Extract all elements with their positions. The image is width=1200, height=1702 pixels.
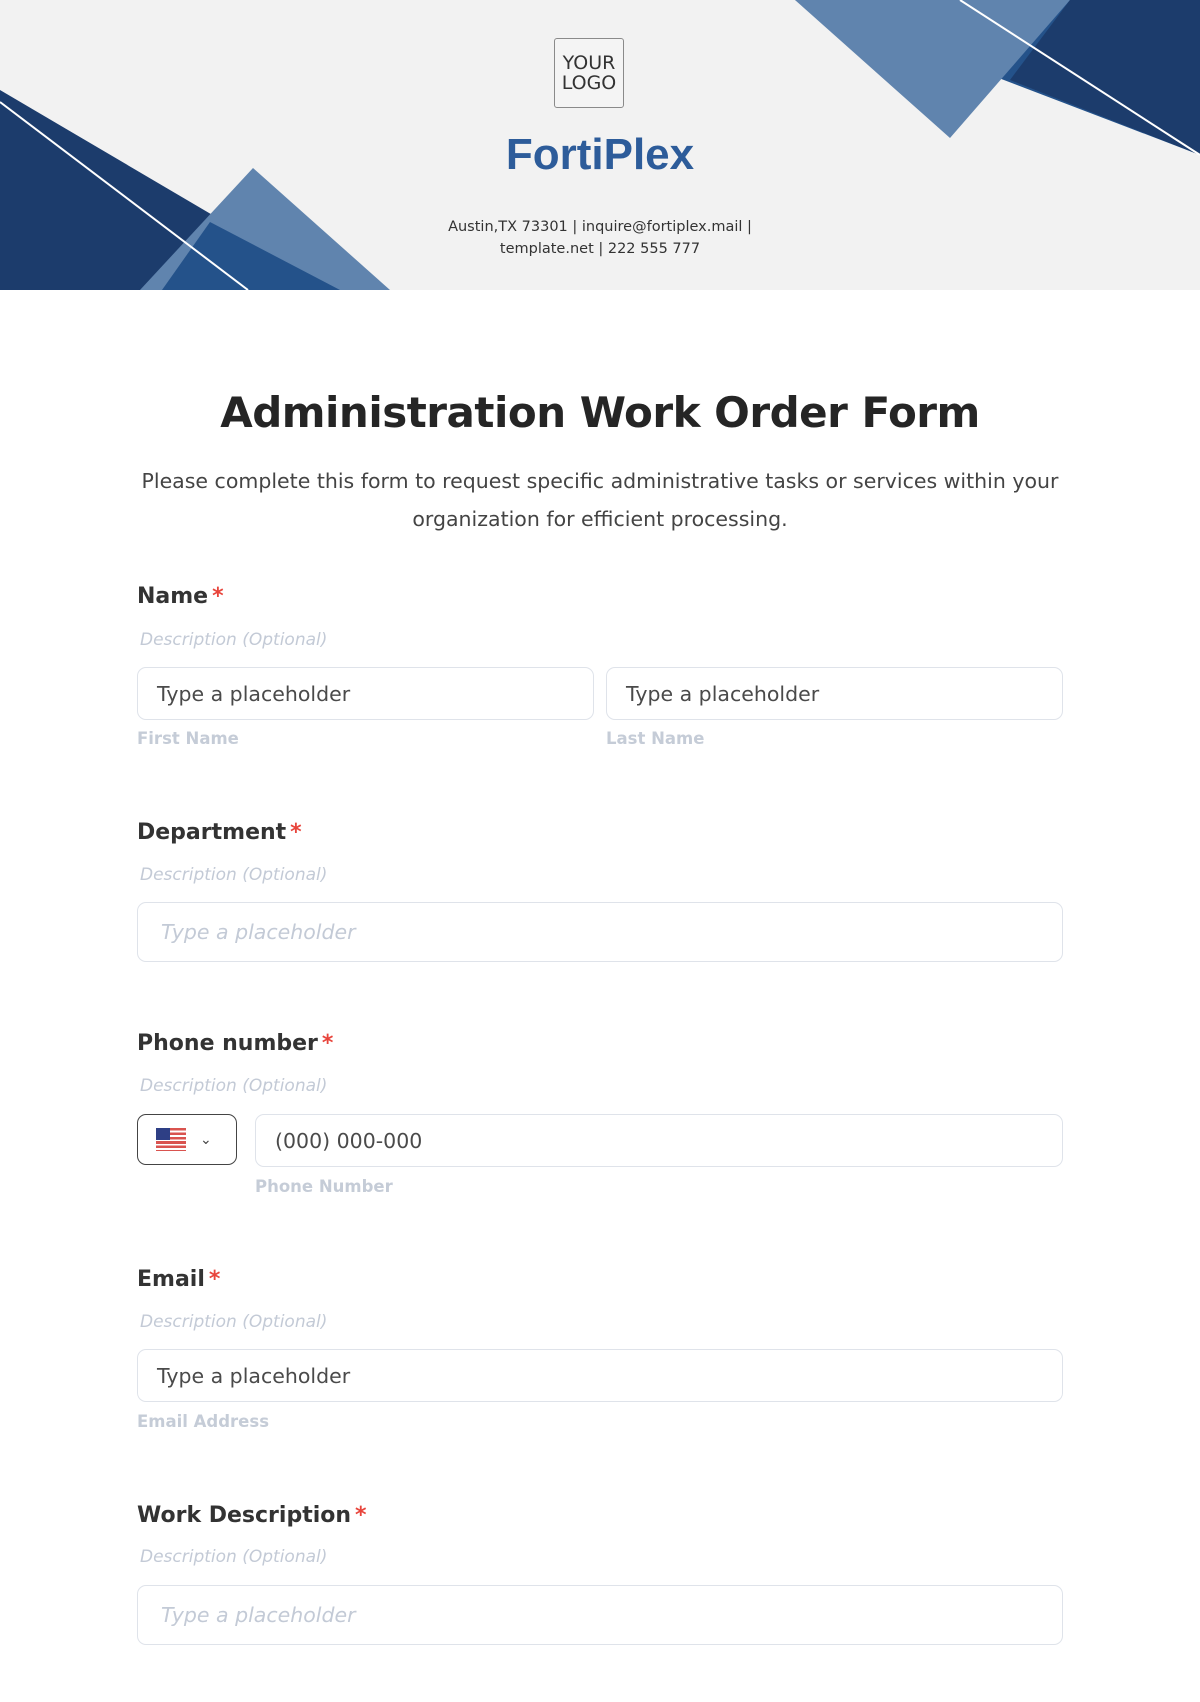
logo-placeholder: YOUR LOGO: [554, 38, 624, 108]
phone-label-text: Phone number: [137, 1031, 318, 1056]
department-input[interactable]: Type a placeholder: [137, 902, 1063, 962]
last-name-input[interactable]: Type a placeholder: [606, 667, 1063, 720]
required-asterisk: *: [355, 1503, 367, 1528]
country-code-select[interactable]: ⌄: [137, 1114, 237, 1165]
email-description: Description (Optional): [140, 1312, 328, 1332]
name-description: Description (Optional): [140, 630, 328, 650]
brand-name: FortiPlex: [505, 130, 695, 179]
department-label-text: Department: [137, 820, 287, 845]
required-asterisk: *: [321, 1031, 334, 1056]
phone-description: Description (Optional): [140, 1076, 328, 1096]
phone-label: Phone number *: [137, 1031, 333, 1056]
chevron-down-icon: ⌄: [200, 1131, 212, 1147]
first-name-input[interactable]: Type a placeholder: [137, 667, 594, 720]
us-flag-icon: [156, 1128, 186, 1151]
work-description-label-text: Work Description: [137, 1503, 352, 1528]
phone-number-sublabel: Phone Number: [255, 1177, 393, 1196]
work-description-input[interactable]: Type a placeholder: [137, 1585, 1063, 1645]
last-name-sublabel: Last Name: [606, 729, 705, 748]
first-name-sublabel: First Name: [137, 729, 239, 748]
email-sublabel: Email Address: [137, 1412, 270, 1431]
department-label: Department *: [137, 820, 302, 845]
email-input[interactable]: Type a placeholder: [137, 1349, 1063, 1402]
form-subtitle: Please complete this form to request spe…: [141, 469, 1059, 531]
work-description-label: Work Description *: [137, 1503, 367, 1528]
name-label-text: Name: [137, 584, 209, 609]
email-label: Email *: [137, 1267, 220, 1292]
email-label-text: Email: [137, 1267, 205, 1292]
contact-info: Austin,TX 73301 | inquire@fortiplex.mail…: [0, 216, 1200, 260]
name-label: Name *: [137, 584, 224, 609]
contact-line-2: template.net | 222 555 777: [499, 241, 701, 257]
work-description-description: Description (Optional): [140, 1547, 328, 1567]
required-asterisk: *: [208, 1267, 221, 1292]
header-banner: YOUR LOGO FortiPlex Austin,TX 73301 | inq…: [0, 0, 1200, 290]
flag-canton: [156, 1128, 170, 1140]
department-description: Description (Optional): [140, 865, 328, 885]
form-title: Administration Work Order Form: [220, 388, 980, 437]
contact-line-1: Austin,TX 73301 | inquire@fortiplex.mail…: [448, 219, 752, 235]
phone-number-input[interactable]: (000) 000-000: [255, 1114, 1063, 1167]
required-asterisk: *: [290, 820, 302, 845]
required-asterisk: *: [212, 584, 224, 609]
